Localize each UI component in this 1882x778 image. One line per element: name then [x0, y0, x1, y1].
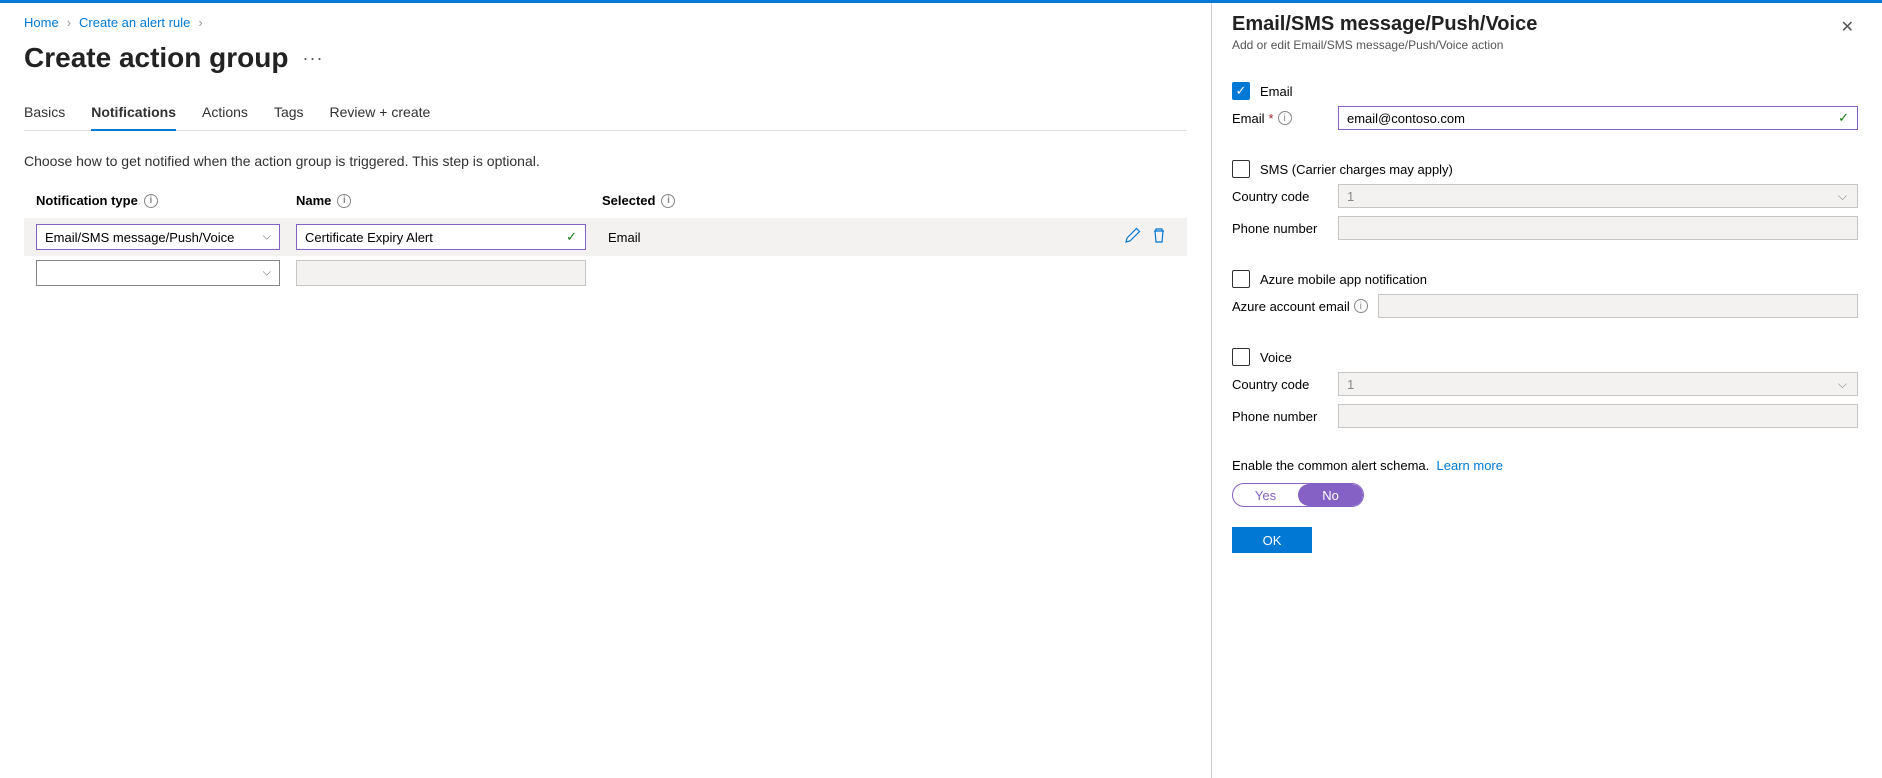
input-value: email@contoso.com: [1347, 111, 1465, 126]
email-input[interactable]: email@contoso.com: [1338, 106, 1858, 130]
tabs: Basics Notifications Actions Tags Review…: [24, 104, 1187, 131]
notification-type-select-empty[interactable]: ⌵: [36, 260, 280, 286]
chevron-right-icon: ›: [198, 15, 202, 30]
close-icon[interactable]: ✕: [1837, 13, 1858, 41]
required-star: *: [1269, 111, 1274, 126]
voice-country-code-label: Country code: [1232, 377, 1332, 392]
panel-title: Email/SMS message/Push/Voice: [1232, 13, 1537, 36]
main-content: Home › Create an alert rule › Create act…: [0, 3, 1212, 778]
sms-section: SMS (Carrier charges may apply) Country …: [1232, 160, 1858, 240]
selected-value: Email: [602, 230, 1125, 245]
info-icon[interactable]: i: [1278, 111, 1292, 125]
more-actions-button[interactable]: ···: [302, 48, 323, 69]
schema-text: Enable the common alert schema.: [1232, 458, 1429, 473]
push-section: Azure mobile app notification Azure acco…: [1232, 270, 1858, 318]
info-icon[interactable]: i: [144, 194, 158, 208]
notifications-table: Notification typei Namei Selectedi Email…: [24, 193, 1187, 292]
azure-email-input[interactable]: [1378, 294, 1858, 318]
breadcrumb-create-rule[interactable]: Create an alert rule: [79, 15, 190, 30]
chevron-down-icon: ⌵: [263, 267, 271, 280]
notification-name-input[interactable]: Certificate Expiry Alert ✓: [296, 224, 586, 250]
toggle-no[interactable]: No: [1298, 484, 1363, 506]
schema-toggle[interactable]: Yes No: [1232, 483, 1364, 507]
select-value: Email/SMS message/Push/Voice: [45, 230, 234, 245]
side-panel: Email/SMS message/Push/Voice Add or edit…: [1212, 3, 1882, 778]
hint-text: Choose how to get notified when the acti…: [24, 153, 1187, 169]
edit-icon[interactable]: [1125, 227, 1141, 248]
tab-notifications[interactable]: Notifications: [91, 104, 176, 131]
select-value: 1: [1347, 377, 1354, 392]
col-type-header: Notification type: [36, 193, 138, 208]
sms-checkbox[interactable]: [1232, 160, 1250, 178]
voice-phone-input[interactable]: [1338, 404, 1858, 428]
tab-actions[interactable]: Actions: [202, 104, 248, 130]
notification-type-select[interactable]: Email/SMS message/Push/Voice ⌵: [36, 224, 280, 250]
voice-country-code-select[interactable]: 1: [1338, 372, 1858, 396]
voice-section: Voice Country code 1 Phone number: [1232, 348, 1858, 428]
table-row: Email/SMS message/Push/Voice ⌵ Certifica…: [24, 218, 1187, 256]
phone-label: Phone number: [1232, 221, 1332, 236]
sms-phone-input[interactable]: [1338, 216, 1858, 240]
delete-icon[interactable]: [1151, 227, 1167, 248]
tab-tags[interactable]: Tags: [274, 104, 304, 130]
voice-checkbox[interactable]: [1232, 348, 1250, 366]
tab-review[interactable]: Review + create: [330, 104, 431, 130]
learn-more-link[interactable]: Learn more: [1437, 458, 1503, 473]
push-checkbox[interactable]: [1232, 270, 1250, 288]
table-row: ⌵: [24, 256, 1187, 292]
country-code-label: Country code: [1232, 189, 1332, 204]
chevron-down-icon: ⌵: [263, 231, 271, 244]
push-checkbox-label: Azure mobile app notification: [1260, 272, 1427, 287]
email-section: ✓ Email Email * i email@contoso.com: [1232, 82, 1858, 130]
sms-country-code-select[interactable]: 1: [1338, 184, 1858, 208]
panel-subtitle: Add or edit Email/SMS message/Push/Voice…: [1232, 38, 1537, 52]
voice-checkbox-label: Voice: [1260, 350, 1292, 365]
breadcrumb: Home › Create an alert rule ›: [24, 15, 1187, 30]
sms-checkbox-label: SMS (Carrier charges may apply): [1260, 162, 1453, 177]
breadcrumb-home[interactable]: Home: [24, 15, 59, 30]
email-checkbox-label: Email: [1260, 84, 1293, 99]
col-selected-header: Selected: [602, 193, 655, 208]
page-title: Create action group: [24, 42, 288, 74]
info-icon[interactable]: i: [661, 194, 675, 208]
chevron-right-icon: ›: [67, 15, 71, 30]
input-value: Certificate Expiry Alert: [305, 230, 433, 245]
info-icon[interactable]: i: [1354, 299, 1368, 313]
info-icon[interactable]: i: [337, 194, 351, 208]
ok-button[interactable]: OK: [1232, 527, 1312, 553]
voice-phone-label: Phone number: [1232, 409, 1332, 424]
email-field-label: Email: [1232, 111, 1265, 126]
schema-row: Enable the common alert schema. Learn mo…: [1232, 458, 1858, 473]
check-icon: ✓: [566, 229, 577, 245]
notification-name-input-empty: [296, 260, 586, 286]
azure-email-label: Azure account email: [1232, 299, 1350, 314]
col-name-header: Name: [296, 193, 331, 208]
email-checkbox[interactable]: ✓: [1232, 82, 1250, 100]
tab-basics[interactable]: Basics: [24, 104, 65, 130]
select-value: 1: [1347, 189, 1354, 204]
toggle-yes[interactable]: Yes: [1233, 484, 1298, 506]
